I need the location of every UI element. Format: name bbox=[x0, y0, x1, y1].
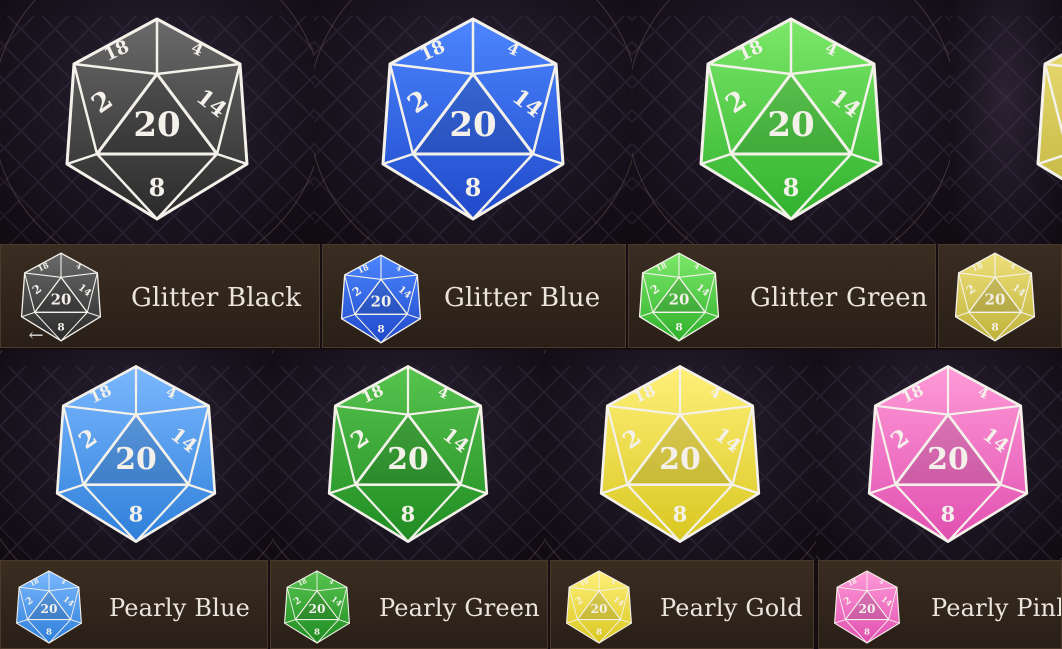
svg-text:8: 8 bbox=[465, 173, 482, 202]
svg-text:20: 20 bbox=[767, 105, 814, 145]
svg-text:20: 20 bbox=[51, 290, 72, 308]
svg-text:20: 20 bbox=[371, 292, 392, 310]
die-card-pearly-blue[interactable]: 20 2 14 18 4 8 bbox=[0, 350, 273, 560]
d20-die-icon: 202141848 bbox=[65, 17, 249, 221]
d20-die-icon: 202141848 bbox=[284, 570, 350, 644]
label-pearly-pink[interactable]: 20 2 14 18 4 8 Pearly Pink bbox=[818, 560, 1062, 649]
svg-text:8: 8 bbox=[129, 501, 144, 526]
svg-text:20: 20 bbox=[115, 442, 156, 477]
die-card-partial[interactable]: 202141848 bbox=[950, 0, 1062, 244]
label-text: Glitter Green bbox=[750, 283, 928, 313]
d20-die-icon: 202141848 bbox=[55, 365, 217, 543]
svg-text:20: 20 bbox=[449, 105, 496, 145]
svg-text:20: 20 bbox=[387, 442, 428, 477]
svg-text:20: 20 bbox=[133, 105, 180, 145]
label-glitter-green[interactable]: 20 2 14 18 4 8 Glitter Green bbox=[628, 244, 936, 348]
d20-die-icon: 202141848 bbox=[954, 252, 1036, 342]
die-card-glitter-black[interactable]: 20 2 14 18 4 8 bbox=[0, 0, 315, 244]
label-glitter-blue[interactable]: 20 2 14 18 4 8 Glitter Blue bbox=[322, 244, 626, 348]
d20-die-icon: 202141848 bbox=[340, 254, 422, 344]
svg-text:20: 20 bbox=[858, 602, 875, 616]
svg-text:20: 20 bbox=[669, 290, 690, 308]
label-text: Pearly Green bbox=[379, 594, 540, 622]
svg-text:8: 8 bbox=[149, 173, 166, 202]
die-card-pearly-green[interactable]: 20 2 14 18 4 8 bbox=[272, 350, 545, 560]
label-pearly-gold[interactable]: 20 2 14 18 4 8 Pearly Gold bbox=[550, 560, 814, 649]
svg-text:8: 8 bbox=[314, 628, 320, 638]
d20-die-icon: 202141848 bbox=[834, 570, 900, 644]
die-card-pearly-gold[interactable]: 20 2 14 18 4 8 bbox=[544, 350, 817, 560]
label-text: Pearly Blue bbox=[109, 594, 251, 622]
d20-die-icon: 202141848 bbox=[16, 570, 82, 644]
svg-text:8: 8 bbox=[596, 628, 602, 638]
dice-row-2: 20 2 14 18 4 8 20 2 14 18 4 8 20 2 14 18 4 8 20 2 14 18 4 8 … bbox=[0, 350, 1062, 649]
svg-text:20: 20 bbox=[590, 602, 607, 616]
label-pearly-green[interactable]: 20 2 14 18 4 8 Pearly Green bbox=[270, 560, 548, 649]
label-text: Pearly Pink bbox=[931, 594, 1062, 622]
d20-die-icon: 202141848 bbox=[699, 17, 883, 221]
d20-die-icon: 202141848 bbox=[566, 570, 632, 644]
label-partial[interactable]: 20 2 14 18 4 8 bbox=[938, 244, 1062, 348]
d20-die-icon: 202141848 bbox=[599, 365, 761, 543]
d20-die-icon: 202141848 bbox=[638, 252, 720, 342]
label-text: Glitter Blue bbox=[444, 283, 601, 313]
arrow-left-icon[interactable]: ← bbox=[22, 326, 50, 346]
d20-die-icon: 202141848 bbox=[327, 365, 489, 543]
d20-die-icon: 202141848 bbox=[1036, 53, 1062, 181]
svg-text:20: 20 bbox=[659, 442, 700, 477]
svg-text:8: 8 bbox=[377, 324, 384, 336]
svg-text:8: 8 bbox=[991, 322, 998, 334]
label-text: Pearly Gold bbox=[660, 594, 803, 622]
svg-text:8: 8 bbox=[941, 501, 956, 526]
svg-text:20: 20 bbox=[308, 602, 325, 616]
svg-text:20: 20 bbox=[927, 442, 968, 477]
svg-text:8: 8 bbox=[783, 173, 800, 202]
die-card-glitter-green[interactable]: 20 2 14 18 4 8 bbox=[632, 0, 951, 244]
svg-text:8: 8 bbox=[864, 628, 870, 638]
die-card-pearly-pink[interactable]: 20 2 14 18 4 8 bbox=[816, 350, 1062, 560]
svg-text:20: 20 bbox=[40, 602, 57, 616]
label-pearly-blue[interactable]: 20 2 14 18 4 8 Pearly Blue bbox=[0, 560, 268, 649]
label-text: Glitter Black bbox=[131, 283, 302, 313]
die-card-glitter-blue[interactable]: 20 2 14 18 4 8 bbox=[314, 0, 633, 244]
svg-text:8: 8 bbox=[401, 501, 416, 526]
d20-die-icon: 202141848 bbox=[381, 17, 565, 221]
svg-text:8: 8 bbox=[57, 322, 64, 334]
svg-text:8: 8 bbox=[675, 322, 682, 334]
svg-text:8: 8 bbox=[46, 628, 52, 638]
svg-text:8: 8 bbox=[673, 501, 688, 526]
d20-die-icon: 202141848 bbox=[867, 365, 1029, 543]
dice-row-1: 20 2 14 18 4 8 20 2 14 18 4 8 20 2 14 18 4 8 20 2 14 18 4 8 … bbox=[0, 0, 1062, 350]
svg-text:20: 20 bbox=[985, 290, 1006, 308]
